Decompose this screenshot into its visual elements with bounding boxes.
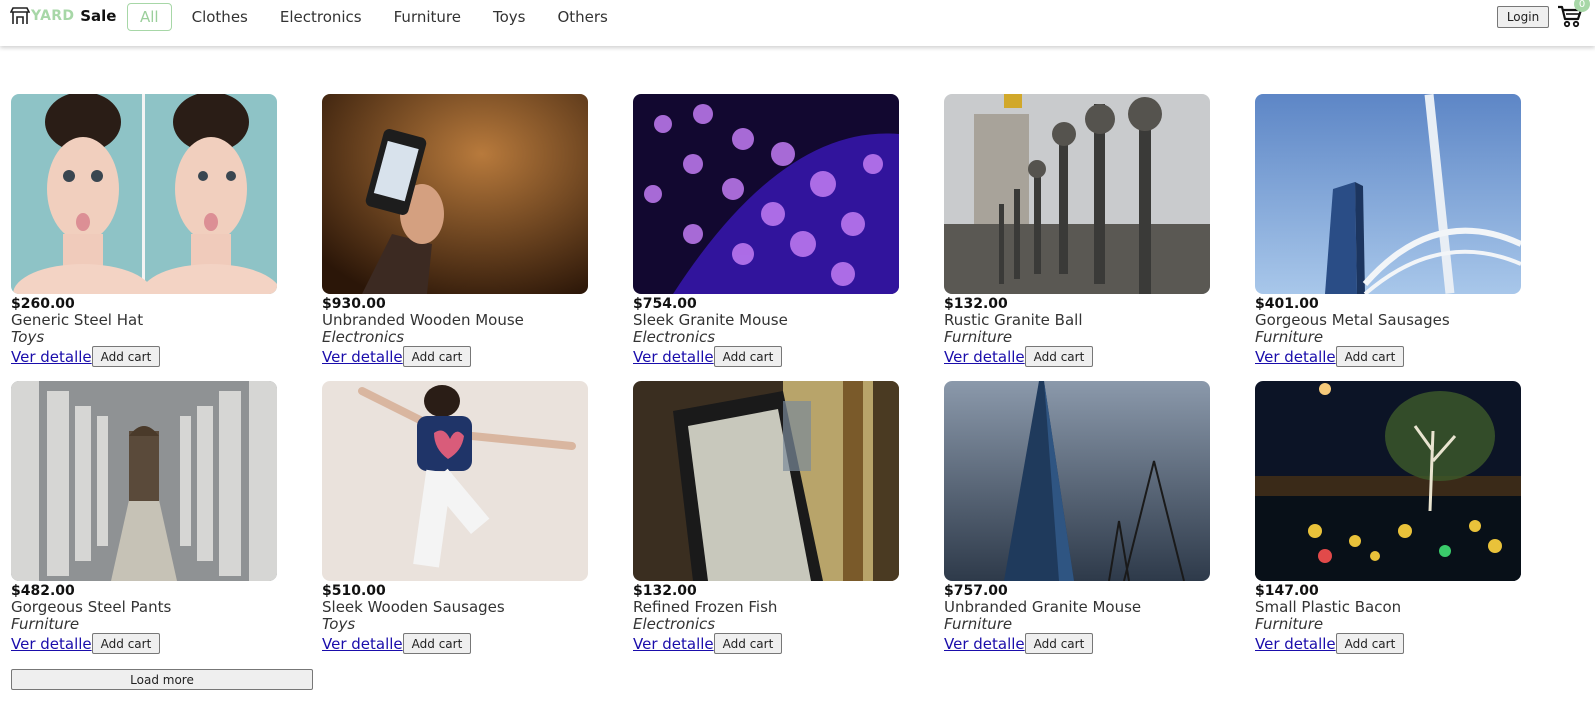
add-cart-button[interactable]: Add cart bbox=[1024, 346, 1094, 367]
product-name: Gorgeous Metal Sausages bbox=[1255, 311, 1450, 329]
product-price: $754.00 bbox=[633, 296, 697, 312]
product-category: Electronics bbox=[633, 615, 716, 633]
product-actions: Ver detalle Add cart bbox=[1255, 633, 1521, 654]
product-category: Furniture bbox=[1255, 615, 1324, 633]
product-category: Furniture bbox=[944, 615, 1013, 633]
nav-others[interactable]: Others bbox=[557, 4, 607, 30]
login-button[interactable]: Login bbox=[1497, 6, 1549, 28]
product-card: $510.00 Sleek Wooden Sausages Toys Ver d… bbox=[322, 381, 588, 654]
product-category: Electronics bbox=[633, 328, 716, 346]
nav-furniture[interactable]: Furniture bbox=[394, 4, 461, 30]
product-price: $260.00 bbox=[11, 296, 75, 312]
product-price: $510.00 bbox=[322, 583, 386, 599]
product-card: $482.00 Gorgeous Steel Pants Furniture V… bbox=[11, 381, 277, 654]
product-actions: Ver detalle Add cart bbox=[11, 346, 277, 367]
product-name: Rustic Granite Ball bbox=[944, 311, 1083, 329]
product-actions: Ver detalle Add cart bbox=[944, 346, 1210, 367]
view-detail-link[interactable]: Ver detalle bbox=[944, 635, 1025, 653]
view-detail-link[interactable]: Ver detalle bbox=[322, 348, 403, 366]
logo-sale-text: Sale bbox=[80, 7, 117, 25]
view-detail-link[interactable]: Ver detalle bbox=[1255, 348, 1336, 366]
product-actions: Ver detalle Add cart bbox=[633, 633, 899, 654]
product-name: Sleek Granite Mouse bbox=[633, 311, 788, 329]
add-cart-button[interactable]: Add cart bbox=[402, 633, 472, 654]
add-cart-button[interactable]: Add cart bbox=[1335, 346, 1405, 367]
product-category: Toys bbox=[322, 615, 356, 633]
top-navbar: YARD Sale All Clothes Electronics Furnit… bbox=[0, 0, 1595, 46]
view-detail-link[interactable]: Ver detalle bbox=[322, 635, 403, 653]
view-detail-link[interactable]: Ver detalle bbox=[633, 635, 714, 653]
product-price: $147.00 bbox=[1255, 583, 1319, 599]
nav-toys[interactable]: Toys bbox=[493, 4, 525, 30]
add-cart-button[interactable]: Add cart bbox=[713, 633, 783, 654]
product-category: Furniture bbox=[1255, 328, 1324, 346]
product-card: $132.00 Refined Frozen Fish Electronics … bbox=[633, 381, 899, 654]
nav-electronics[interactable]: Electronics bbox=[280, 4, 362, 30]
product-image bbox=[944, 381, 1210, 581]
product-name: Sleek Wooden Sausages bbox=[322, 598, 505, 616]
product-image bbox=[1255, 381, 1521, 581]
product-name: Small Plastic Bacon bbox=[1255, 598, 1402, 616]
product-card: $754.00 Sleek Granite Mouse Electronics … bbox=[633, 94, 899, 367]
product-price: $482.00 bbox=[11, 583, 75, 599]
product-actions: Ver detalle Add cart bbox=[1255, 346, 1521, 367]
view-detail-link[interactable]: Ver detalle bbox=[11, 635, 92, 653]
view-detail-link[interactable]: Ver detalle bbox=[944, 348, 1025, 366]
product-image bbox=[633, 94, 899, 294]
product-actions: Ver detalle Add cart bbox=[633, 346, 899, 367]
view-detail-link[interactable]: Ver detalle bbox=[633, 348, 714, 366]
product-actions: Ver detalle Add cart bbox=[322, 633, 588, 654]
view-detail-link[interactable]: Ver detalle bbox=[1255, 635, 1336, 653]
add-cart-button[interactable]: Add cart bbox=[713, 346, 783, 367]
product-price: $132.00 bbox=[633, 583, 697, 599]
product-card: $132.00 Rustic Granite Ball Furniture Ve… bbox=[944, 94, 1210, 367]
add-cart-button[interactable]: Add cart bbox=[91, 346, 161, 367]
store-icon bbox=[10, 7, 30, 24]
add-cart-button[interactable]: Add cart bbox=[402, 346, 472, 367]
logo-yard-text: YARD bbox=[31, 8, 75, 24]
logo[interactable]: YARD Sale bbox=[10, 6, 116, 26]
product-image bbox=[11, 94, 277, 294]
product-actions: Ver detalle Add cart bbox=[322, 346, 588, 367]
product-image bbox=[322, 94, 588, 294]
nav-all[interactable]: All bbox=[127, 3, 172, 31]
add-cart-button[interactable]: Add cart bbox=[1024, 633, 1094, 654]
product-card: $757.00 Unbranded Granite Mouse Furnitur… bbox=[944, 381, 1210, 654]
view-detail-link[interactable]: Ver detalle bbox=[11, 348, 92, 366]
product-image bbox=[11, 381, 277, 581]
product-name: Refined Frozen Fish bbox=[633, 598, 778, 616]
product-price: $930.00 bbox=[322, 296, 386, 312]
product-name: Generic Steel Hat bbox=[11, 311, 144, 329]
add-cart-button[interactable]: Add cart bbox=[91, 633, 161, 654]
product-price: $401.00 bbox=[1255, 296, 1319, 312]
product-name: Gorgeous Steel Pants bbox=[11, 598, 172, 616]
product-category: Furniture bbox=[944, 328, 1013, 346]
category-nav: All Clothes Electronics Furniture Toys O… bbox=[127, 3, 640, 31]
add-cart-button[interactable]: Add cart bbox=[1335, 633, 1405, 654]
nav-clothes[interactable]: Clothes bbox=[192, 4, 248, 30]
product-actions: Ver detalle Add cart bbox=[944, 633, 1210, 654]
product-name: Unbranded Granite Mouse bbox=[944, 598, 1142, 616]
product-image bbox=[633, 381, 899, 581]
product-card: $401.00 Gorgeous Metal Sausages Furnitur… bbox=[1255, 94, 1521, 367]
product-category: Furniture bbox=[11, 615, 80, 633]
product-name: Unbranded Wooden Mouse bbox=[322, 311, 524, 329]
product-category: Toys bbox=[11, 328, 45, 346]
product-actions: Ver detalle Add cart bbox=[11, 633, 277, 654]
product-price: $757.00 bbox=[944, 583, 1008, 599]
product-card: $930.00 Unbranded Wooden Mouse Electroni… bbox=[322, 94, 588, 367]
product-category: Electronics bbox=[322, 328, 405, 346]
load-more-button[interactable]: Load more bbox=[11, 669, 313, 690]
cart-count-badge: 0 bbox=[1574, 0, 1590, 12]
product-image bbox=[944, 94, 1210, 294]
product-card: $260.00 Generic Steel Hat Toys Ver detal… bbox=[11, 94, 277, 367]
product-image bbox=[322, 381, 588, 581]
product-card: $147.00 Small Plastic Bacon Furniture Ve… bbox=[1255, 381, 1521, 654]
product-image bbox=[1255, 94, 1521, 294]
product-price: $132.00 bbox=[944, 296, 1008, 312]
